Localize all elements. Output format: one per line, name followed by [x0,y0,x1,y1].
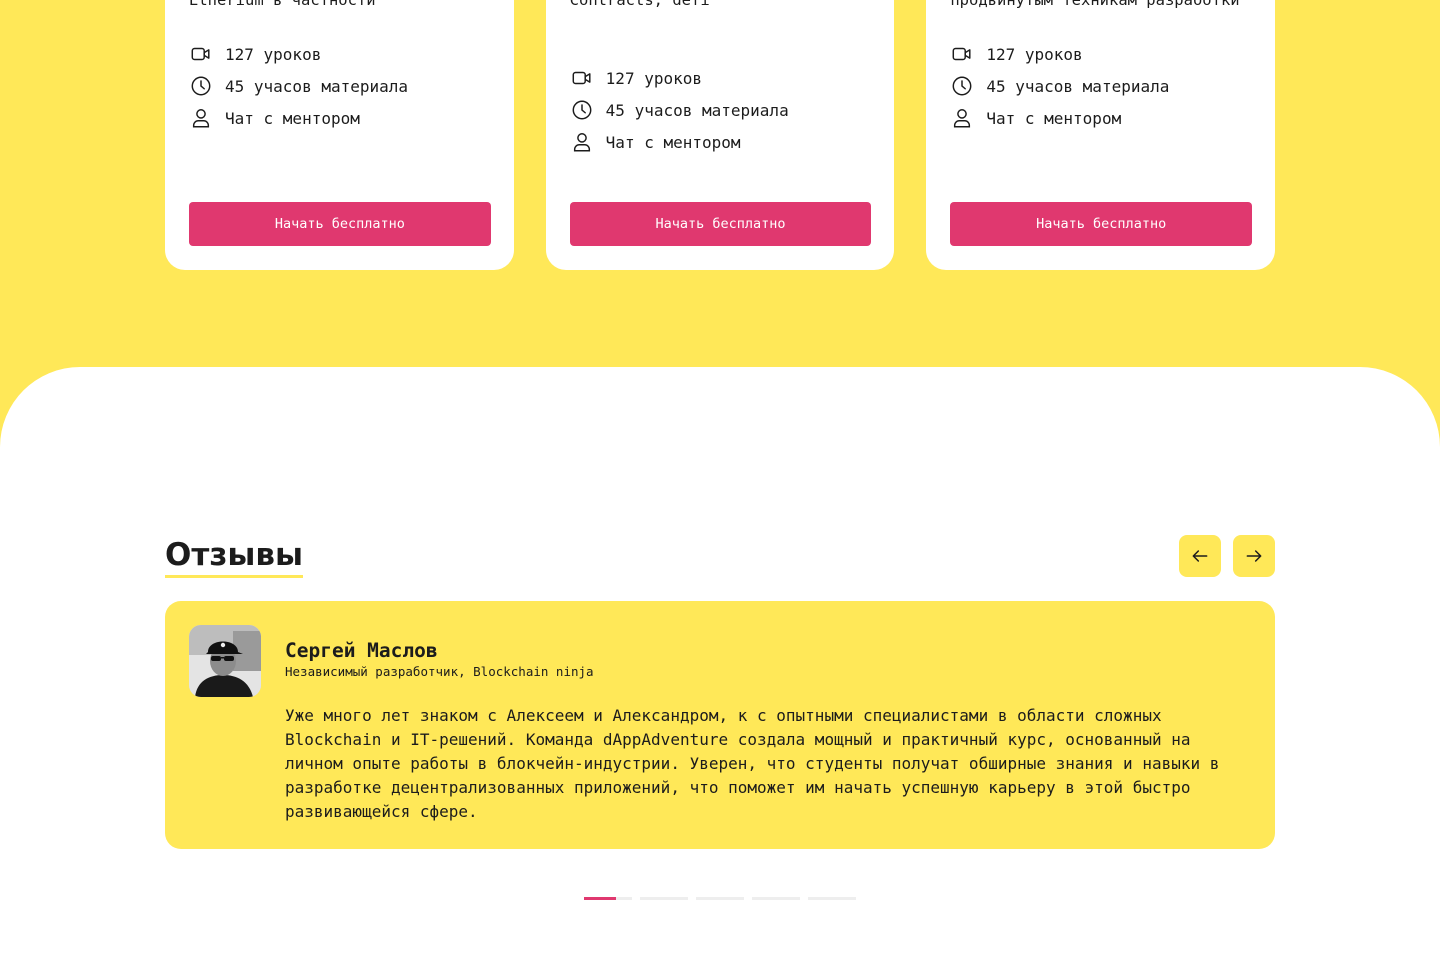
reviews-section: Отзывы Сергей Маслов Независимый разрабо… [0,367,1440,960]
clock-icon [189,74,213,98]
course-card: web3 приложений, безопасности и продвину… [926,0,1276,270]
arrow-left-icon [1190,546,1210,566]
feature-hours: 45 учасов материала [950,70,1251,102]
start-free-button[interactable]: Начать бесплатно [569,202,872,246]
previous-review-button[interactable] [1179,535,1221,577]
course-card: узнаете основы блокчейн и Etherium в час… [165,0,514,270]
feature-text: 127 уроков [605,68,702,88]
course-features: 127 уроков 45 учасов материала Чат с мен… [950,38,1251,134]
reviews-title: Отзывы [165,537,304,578]
feature-mentor: Чат с ментором [189,102,490,134]
feature-lessons: 127 уроков [570,62,871,94]
feature-text: Чат с ментором [225,108,360,128]
course-description: разработке на языке Solidity: EIP, NFT, … [569,0,710,9]
review-card: Сергей Маслов Независимый разработчик, B… [165,601,1275,849]
video-camera-icon [950,42,974,66]
feature-lessons: 127 уроков [189,38,490,70]
course-description: узнаете основы блокчейн и Etherium в час… [189,0,376,9]
feature-lessons: 127 уроков [950,38,1251,70]
feature-mentor: Чат с ментором [570,126,871,158]
arrow-right-icon [1244,546,1264,566]
video-camera-icon [189,42,213,66]
feature-text: 45 учасов материала [605,100,789,120]
feature-text: 127 уроков [986,44,1083,64]
course-features: 127 уроков 45 учасов материала Чат с мен… [189,38,490,134]
feature-text: 45 учасов материала [225,76,409,96]
pagination-dot[interactable] [752,897,800,900]
course-card: разработке на языке Solidity: EIP, NFT, … [545,0,895,270]
feature-text: Чат с ментором [986,108,1122,128]
user-icon [189,106,213,130]
video-camera-icon [570,66,594,90]
feature-text: Чат с ментором [605,132,741,152]
pagination-dot[interactable] [640,897,688,900]
review-text: Уже много лет знаком с Алексеем и Алекса… [285,706,1220,821]
clock-icon [950,74,974,98]
feature-hours: 45 учасов материала [570,94,871,126]
pagination-progress [584,897,617,900]
reviewer-name: Сергей Маслов [285,639,438,662]
user-icon [570,130,594,154]
next-review-button[interactable] [1233,535,1275,577]
feature-hours: 45 учасов материала [189,70,490,102]
feature-mentor: Чат с ментором [950,102,1251,134]
pagination-dot[interactable] [696,897,744,900]
feature-text: 45 учасов материала [986,76,1170,96]
course-features: 127 уроков 45 учасов материала Чат с мен… [570,62,871,158]
clock-icon [570,98,594,122]
feature-text: 127 уроков [225,44,322,64]
reviewer-role: Независимый разработчик, Blockchain ninj… [285,664,594,679]
user-icon [950,106,974,130]
pagination-dot[interactable] [584,897,632,900]
start-free-button[interactable]: Начать бесплатно [189,202,491,246]
course-cards: узнаете основы блокчейн и Etherium в час… [165,0,1276,270]
review-pagination [584,897,856,900]
start-free-button[interactable]: Начать бесплатно [950,202,1253,246]
avatar [189,625,261,697]
pagination-dot[interactable] [808,897,856,900]
course-description: web3 приложений, безопасности и продвину… [950,0,1240,9]
